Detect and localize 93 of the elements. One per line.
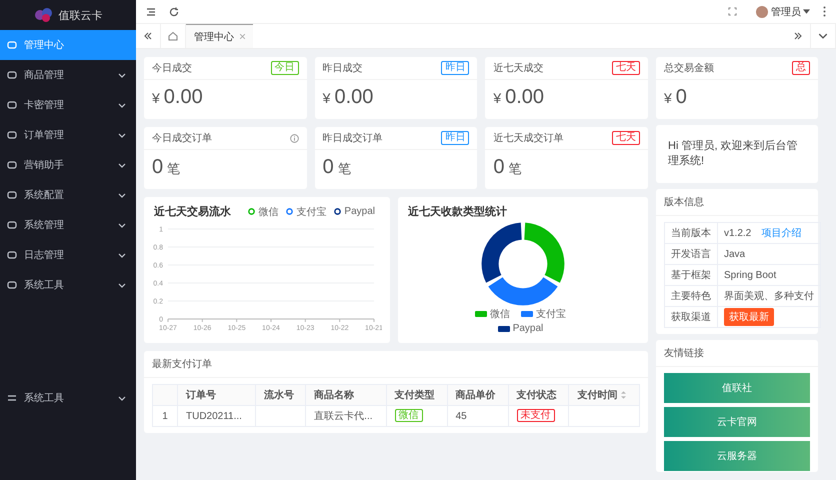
menu-item-icon (7, 280, 17, 290)
legend-label: Paypal (512, 323, 544, 334)
menu-item-icon (7, 70, 17, 80)
period-tag: 今日 (270, 61, 299, 75)
period-tag: 昨日 (441, 131, 470, 145)
legend-label: 支付宝 (536, 308, 566, 321)
greeting-text: Hi 管理员, 欢迎来到后台管理系统! (667, 139, 799, 169)
payment-type-tag: 微信 (394, 409, 423, 422)
stat-title: 总交易金额 (664, 62, 714, 75)
info-value: Spring Boot (724, 270, 776, 280)
menu-item-icon (7, 393, 17, 403)
menu-item-icon (7, 190, 17, 200)
table-cell: TUD20211... (178, 406, 256, 426)
period-tag: 总 (792, 61, 810, 75)
info-label: 获取渠道 (664, 306, 718, 328)
stat-title: 近七天成交 (493, 62, 544, 75)
column-header: 支付状态 (508, 384, 569, 406)
info-value: Java (724, 248, 746, 260)
close-icon[interactable] (240, 34, 245, 39)
menu-item-icon (7, 250, 17, 260)
table-cell: 直联云卡代... (306, 406, 386, 426)
table-cell: 45 (447, 406, 508, 426)
sidebar-item[interactable]: 系统工具 (0, 383, 136, 413)
sidebar-item[interactable]: 卡密管理 (0, 90, 136, 120)
menu-item-icon (7, 160, 17, 170)
info-label: 主要特色 (664, 286, 718, 306)
status-tag: 未支付 (516, 409, 554, 422)
column-header: 支付时间 (568, 384, 640, 406)
sidebar-item[interactable]: 营销助手 (0, 150, 136, 180)
stat-value: 0 (676, 86, 687, 109)
avatar[interactable] (756, 6, 768, 18)
currency-sign: ¥ (152, 90, 160, 106)
currency-sign: ¥ (493, 90, 502, 106)
currency-sign: ¥ (322, 90, 330, 106)
stat-title: 昨日成交订单 (322, 132, 383, 145)
chart-title: 近七天收款类型统计 (408, 204, 507, 219)
info-label: 当前版本 (664, 222, 718, 244)
unit-label: 笔 (167, 160, 180, 178)
column-header: 商品单价 (447, 384, 508, 406)
fullscreen-icon[interactable] (728, 7, 737, 16)
column-header: 支付类型 (386, 384, 448, 406)
card-title: 友情链接 (656, 340, 818, 367)
legend-label: 微信 (490, 308, 510, 321)
sort-icon[interactable] (621, 391, 626, 400)
user-menu[interactable]: 管理员 (771, 4, 801, 18)
caret-icon (803, 9, 810, 14)
sidebar-item[interactable]: 系统管理 (0, 210, 136, 240)
sidebar-item[interactable]: 商品管理 (0, 60, 136, 90)
menu-icon[interactable] (146, 6, 156, 16)
stat-title: 今日成交订单 (152, 132, 212, 145)
card-title: 最新支付订单 (144, 351, 648, 378)
period-tag: 七天 (612, 61, 640, 75)
sidebar-item[interactable]: 系统工具 (0, 270, 136, 300)
currency-sign: ¥ (664, 90, 672, 106)
period-tag: 七天 (612, 131, 640, 145)
stat-value: 0 (493, 156, 504, 179)
card-title: 版本信息 (656, 189, 818, 216)
stat-value: 0 (152, 156, 164, 179)
table-cell: 1 (152, 406, 178, 426)
logo-icon (34, 7, 54, 23)
menu-item-icon (7, 130, 17, 140)
stat-value: 0.00 (505, 86, 544, 109)
info-label: 开发语言 (664, 244, 718, 264)
column-header: 流水号 (255, 384, 306, 406)
refresh-icon[interactable] (169, 6, 179, 16)
stat-title: 今日成交 (152, 62, 192, 75)
menu-item-icon (7, 40, 17, 50)
legend-label: 支付宝 (296, 206, 326, 218)
stat-value: 0 (322, 156, 334, 179)
info-value: 界面美观、多种支付 (724, 291, 814, 302)
legend-label: 微信 (258, 206, 278, 218)
sidebar-item[interactable]: 日志管理 (0, 240, 136, 270)
info-label: 基于框架 (664, 264, 718, 286)
menu-item-icon (7, 220, 17, 230)
page-tab[interactable]: 管理中心 (186, 24, 253, 48)
unit-label: 笔 (508, 160, 522, 178)
chart-title: 近七天交易流水 (154, 204, 231, 219)
period-tag: 昨日 (441, 61, 470, 75)
stat-value: 0.00 (164, 86, 203, 109)
stat-title: 昨日成交 (322, 62, 363, 75)
info-icon (290, 134, 299, 142)
more-icon[interactable] (823, 6, 826, 17)
column-header: 订单号 (178, 384, 256, 406)
column-header: 商品名称 (306, 384, 386, 406)
menu-item-icon (7, 100, 17, 110)
sidebar-item[interactable]: 系统配置 (0, 180, 136, 210)
info-value: v1.2.2 (724, 228, 752, 239)
stat-value: 0.00 (334, 86, 374, 109)
legend-label: Paypal (344, 206, 375, 217)
app-name: 值联云卡 (58, 8, 102, 22)
sidebar-item[interactable]: 订单管理 (0, 120, 136, 150)
unit-label: 笔 (338, 160, 351, 178)
stat-title: 近七天成交订单 (493, 132, 564, 145)
